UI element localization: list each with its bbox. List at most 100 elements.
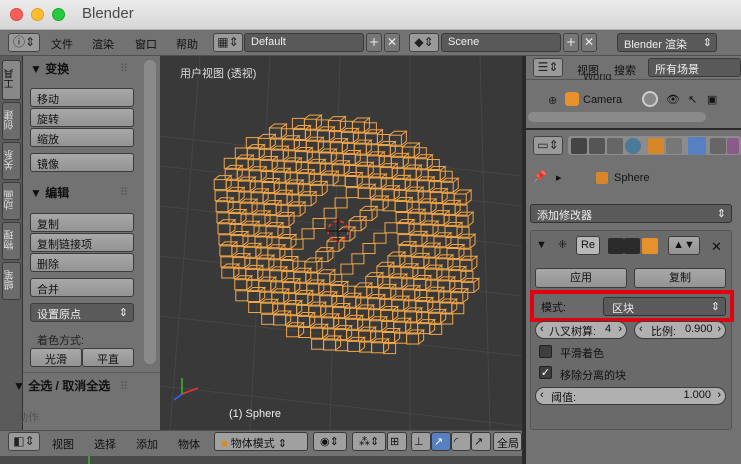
menu-object[interactable]: 物体 [178,436,200,452]
render-layers-tab-icon[interactable] [589,138,605,154]
duplicate-linked-button[interactable]: 复制链接项 [30,233,134,252]
render-engine-select[interactable]: Blender 渲染 ⇕ [617,33,717,52]
drag-handle-icon[interactable]: ⠿ [120,62,128,75]
remove-modifier-icon[interactable]: ✕ [711,239,722,255]
duplicate-button[interactable]: 复制 [30,213,134,232]
manipulator-toggle-icon[interactable]: ⊞ [387,432,407,451]
toolshelf-scrollbar[interactable] [144,60,156,364]
constraints-tab-icon[interactable] [666,138,682,154]
modifier-name-field[interactable]: Re [576,236,600,255]
set-origin-value: 设置原点 [37,309,81,321]
scene-field[interactable]: Scene [441,33,561,52]
outliner-menu-search[interactable]: 搜索 [614,62,636,78]
sphere-wireframe-blocks [213,114,481,355]
menu-select[interactable]: 选择 [94,436,116,452]
menu-window[interactable]: 窗口 [135,36,157,52]
remove-scene-icon[interactable]: ✕ [581,33,597,52]
material-tab-icon[interactable] [727,138,739,154]
data-tab-icon[interactable] [710,138,726,154]
rotate-button[interactable]: 旋转 [30,108,134,127]
outliner-display-filter[interactable]: 所有场景 [648,58,741,77]
viewport-toggle-icon[interactable] [624,238,640,254]
close-window-button[interactable] [10,8,23,21]
move-button[interactable]: 移动 [30,88,134,107]
remove-disconnected-checkbox[interactable]: ✓ [539,366,552,379]
remove-screen-icon[interactable]: ✕ [384,33,400,52]
menu-help[interactable]: 帮助 [176,36,198,52]
mode-value: 区块 [612,303,634,315]
select-panel-title[interactable]: ▼ 全选 / 取消全选 [13,377,110,394]
apply-button[interactable]: 应用 [535,268,627,288]
tab-relations[interactable]: 关系 [2,142,21,180]
render-toggle-icon[interactable] [608,238,624,254]
add-screen-icon[interactable]: + [366,33,382,52]
threshold-field[interactable]: ‹ 阈值: 1.000 › [535,387,726,405]
render-camera-icon[interactable]: ▣ [707,93,717,106]
smooth-shading-checkbox[interactable] [539,345,552,358]
interaction-mode-select[interactable]: ■ 物体模式 ⇕ [214,432,308,451]
set-origin-select[interactable]: 设置原点 ⇕ [30,303,134,322]
drag-handle-icon[interactable]: ⠿ [120,380,128,393]
current-frame-marker[interactable] [88,456,90,464]
menu-file[interactable]: 文件 [51,36,73,52]
editor-type-outliner-icon[interactable]: ☰⇕ [533,58,563,77]
mode-select[interactable]: 区块 ⇕ [603,297,726,316]
world-tab-icon[interactable] [625,138,641,154]
outliner-item-camera[interactable]: Camera [583,94,622,106]
tab-grease-pencil[interactable]: 蜡笔 [2,262,21,300]
mirror-button[interactable]: 镜像 [30,153,134,172]
visibility-eye-icon[interactable]: 👁 [666,93,680,106]
shade-flat-button[interactable]: 平直 [82,348,134,367]
add-modifier-select[interactable]: 添加修改器 ⇕ [530,204,732,223]
pivot-point-icon[interactable]: ⁂⇕ [352,432,386,451]
screen-layout-field[interactable]: Default [244,33,364,52]
scene-icon[interactable]: ◆⇕ [409,33,439,52]
editor-type-properties-icon[interactable]: ▭⇕ [533,136,563,155]
copy-button[interactable]: 复制 [634,268,726,288]
octree-depth-field[interactable]: ‹ 八叉树算: 4 › [535,321,627,339]
editor-type-info-icon[interactable]: ⓘ⇕ [8,33,40,52]
scale-manipulator-icon[interactable]: ◜ [451,432,471,451]
drag-handle-icon[interactable]: ⠿ [120,186,128,199]
scene-tab-icon[interactable] [607,138,623,154]
menu-render[interactable]: 渲染 [92,36,114,52]
object-tab-icon[interactable] [648,138,664,154]
pin-icon[interactable]: 📌 [533,170,547,183]
move-up-down-icon[interactable]: ▲▼ [668,236,700,255]
minimize-window-button[interactable] [31,8,44,21]
outliner-item-world[interactable]: World [583,74,612,82]
scale-button[interactable]: 缩放 [30,128,134,147]
scale-field[interactable]: ‹ 比例: 0.900 › [634,321,726,339]
delete-button[interactable]: 删除 [30,253,134,272]
viewport-shading-icon[interactable]: ◉⇕ [313,432,347,451]
zoom-window-button[interactable] [52,8,65,21]
expand-icon[interactable]: ⊕ [548,94,557,107]
add-scene-icon[interactable]: + [563,33,579,52]
transform-orientation-icon[interactable]: ↗ [471,432,491,451]
transform-panel-title[interactable]: ▼ 变换 [30,60,69,77]
translate-manipulator-icon[interactable]: ⊥ [411,432,431,451]
modifiers-tab-icon[interactable] [688,137,706,155]
shade-smooth-button[interactable]: 光滑 [30,348,82,367]
selectable-arrow-icon[interactable]: ↖ [688,93,697,106]
viewport-canvas[interactable] [160,56,522,430]
transform-space-select[interactable]: 全局 [493,432,522,451]
render-tab-icon[interactable] [571,138,587,154]
edit-panel-title[interactable]: ▼ 编辑 [30,184,69,201]
screen-layout-icon[interactable]: ▦⇕ [213,33,243,52]
tab-animation[interactable]: 动画 [2,182,21,220]
editor-type-3d-icon[interactable]: ◧⇕ [8,432,40,451]
tab-create[interactable]: 创建 [2,102,21,140]
menu-add[interactable]: 添加 [136,436,158,452]
join-button[interactable]: 合并 [30,278,134,297]
outliner-scrollbar[interactable] [528,112,706,122]
tab-tools[interactable]: 工具 [2,60,21,100]
context-object-name: Sphere [614,172,650,184]
edit-mode-toggle-icon[interactable] [642,238,658,254]
menu-view[interactable]: 视图 [52,436,74,452]
collapse-triangle-icon[interactable]: ▼ [536,239,547,251]
tab-physics[interactable]: 物理 [2,222,21,260]
camera-data-icon[interactable] [642,91,658,107]
3d-viewport[interactable] [160,56,522,430]
rotate-manipulator-icon[interactable]: ↗ [431,432,451,451]
